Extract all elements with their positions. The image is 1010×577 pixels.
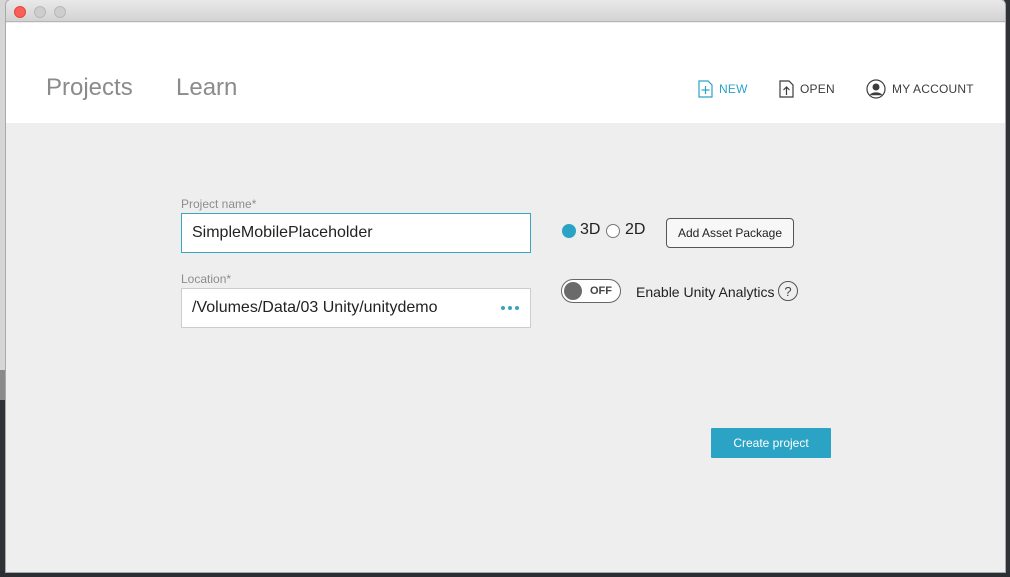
location-value: /Volumes/Data/03 Unity/unitydemo — [192, 299, 438, 316]
window-titlebar[interactable] — [6, 0, 1005, 22]
location-label: Location* — [181, 272, 232, 286]
radio-2d-label[interactable]: 2D — [625, 221, 645, 239]
account-icon — [866, 79, 886, 99]
radio-3d-label[interactable]: 3D — [580, 221, 600, 239]
project-name-label: Project name* — [181, 197, 257, 211]
analytics-toggle[interactable]: OFF — [561, 279, 621, 303]
tab-learn[interactable]: Learn — [176, 74, 237, 102]
window-close-button[interactable] — [14, 6, 26, 18]
new-project-button[interactable]: NEW — [698, 77, 748, 101]
project-name-field[interactable]: SimpleMobilePlaceholder — [181, 213, 531, 253]
window-maximize-button[interactable] — [54, 6, 66, 18]
analytics-label: Enable Unity Analytics — [636, 284, 775, 300]
toggle-knob — [564, 282, 582, 300]
unity-launcher-window: Projects Learn NEW OPEN MY ACCOUNT Proje… — [6, 0, 1005, 572]
launcher-header: Projects Learn NEW OPEN MY ACCOUNT — [6, 23, 1005, 123]
toggle-state-label: OFF — [590, 285, 612, 297]
new-label: NEW — [719, 82, 748, 96]
open-icon — [779, 80, 794, 98]
open-label: OPEN — [800, 82, 835, 96]
open-project-button[interactable]: OPEN — [779, 77, 835, 101]
project-name-value: SimpleMobilePlaceholder — [192, 224, 373, 241]
browse-location-icon[interactable] — [501, 306, 519, 310]
add-asset-package-button[interactable]: Add Asset Package — [666, 218, 794, 248]
radio-3d[interactable] — [562, 224, 576, 238]
radio-2d[interactable] — [606, 224, 620, 238]
new-project-form: Project name* SimpleMobilePlaceholder Lo… — [6, 123, 1005, 572]
help-icon[interactable]: ? — [778, 281, 798, 301]
window-minimize-button[interactable] — [34, 6, 46, 18]
tab-projects[interactable]: Projects — [46, 74, 133, 102]
my-account-button[interactable]: MY ACCOUNT — [866, 77, 974, 101]
location-field[interactable]: /Volumes/Data/03 Unity/unitydemo — [181, 288, 531, 328]
account-label: MY ACCOUNT — [892, 82, 974, 96]
new-icon — [698, 80, 713, 98]
create-project-button[interactable]: Create project — [711, 428, 831, 458]
